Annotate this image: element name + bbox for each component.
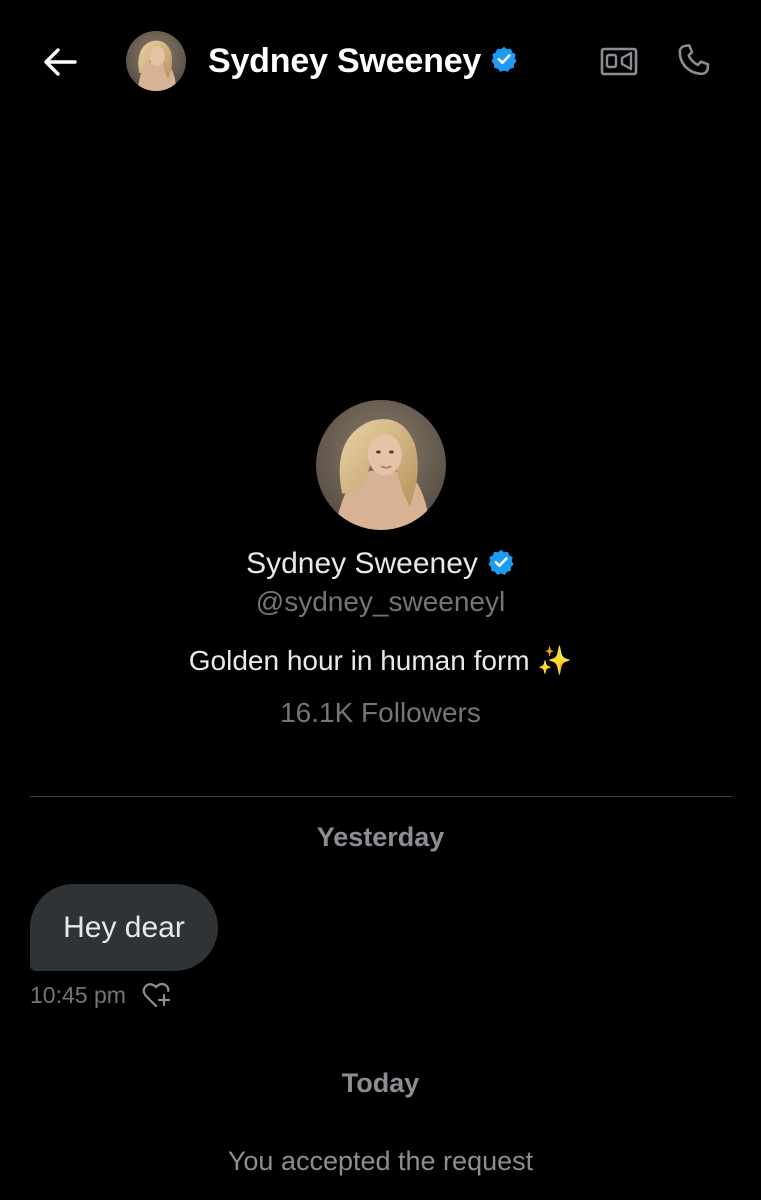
message-text: Hey dear [63,910,185,944]
header-title[interactable]: Sydney Sweeney [208,41,518,81]
profile-name-row: Sydney Sweeney [0,546,761,582]
message-meta: 10:45 pm [30,980,174,1010]
message-timestamp: 10:45 pm [30,981,126,1008]
profile-name: Sydney Sweeney [246,547,478,580]
followers-count[interactable]: 16.1K Followers [0,697,761,729]
add-reaction-button[interactable] [140,980,174,1010]
profile-avatar[interactable] [315,400,446,530]
system-note: You accepted the request [227,1146,534,1176]
arrow-left-icon [44,48,77,76]
verified-badge-icon [490,45,518,78]
profile-handle: @sydney_sweeneyl [255,586,506,617]
profile-bio: Golden hour in human form ✨ [188,645,573,676]
heart-plus-icon [142,982,171,1008]
header-name: Sydney Sweeney [208,41,482,80]
video-call-icon [600,47,638,76]
date-separator-yesterday: Yesterday [316,822,445,852]
phone-call-icon [678,44,710,76]
date-separator-today: Today [341,1068,420,1098]
video-call-button[interactable] [598,40,642,82]
voice-call-button[interactable] [672,38,716,82]
back-button[interactable] [36,40,84,84]
divider [30,796,732,797]
verified-badge-icon [487,548,515,581]
profile-card[interactable]: Sydney Sweeney @sydney_sweeneyl Golden h… [0,400,761,729]
header-avatar[interactable] [126,31,186,91]
message-bubble[interactable]: Hey dear [30,884,218,971]
conversation-header: Sydney Sweeney [0,0,761,122]
